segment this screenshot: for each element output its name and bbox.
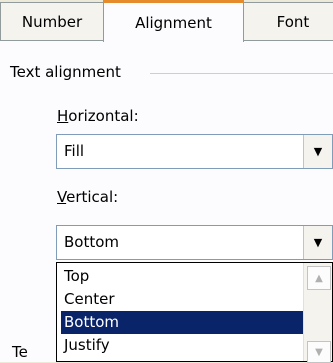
chevron-down-icon: ▼ (313, 145, 323, 158)
chevron-up-icon: ▲ (315, 272, 323, 284)
tab-font[interactable]: Font (243, 2, 333, 40)
horizontal-label: Horizontal: (57, 107, 139, 125)
vertical-dropdown-list: Top Center Bottom Justify ▲ ▼ (56, 262, 333, 363)
vertical-dropdown-button[interactable]: ▼ (303, 226, 332, 259)
list-item[interactable]: Center (61, 288, 304, 311)
partial-label: Te (12, 343, 28, 361)
vertical-label-accel: V (57, 188, 67, 206)
chevron-down-icon: ▼ (313, 236, 323, 249)
tab-number[interactable]: Number (0, 2, 104, 40)
group-title: Text alignment (10, 63, 127, 81)
horizontal-combo-value: Fill (64, 142, 85, 160)
horizontal-label-rest: orizontal: (68, 107, 139, 125)
horizontal-combo[interactable]: Fill ▼ (56, 134, 333, 169)
scroll-down-button[interactable]: ▼ (307, 341, 331, 363)
horizontal-dropdown-button[interactable]: ▼ (303, 135, 332, 168)
list-scrollbar[interactable]: ▲ ▼ (303, 263, 332, 363)
vertical-combo[interactable]: Bottom ▼ (56, 225, 333, 260)
tab-alignment[interactable]: Alignment (103, 0, 244, 42)
list-item[interactable]: Top (61, 265, 304, 288)
vertical-label-rest: ertical: (66, 188, 119, 206)
vertical-label: Vertical: (57, 188, 118, 206)
vertical-combo-value: Bottom (64, 233, 120, 251)
horizontal-label-accel: H (57, 107, 69, 125)
tab-alignment-label: Alignment (135, 13, 212, 32)
group-divider (150, 73, 333, 74)
chevron-down-icon: ▼ (315, 346, 323, 358)
scroll-up-button[interactable]: ▲ (307, 266, 331, 290)
list-item[interactable]: Justify (61, 334, 304, 357)
list-item-selected[interactable]: Bottom (61, 311, 304, 334)
tab-font-label: Font (276, 12, 310, 31)
tab-number-label: Number (21, 12, 83, 31)
